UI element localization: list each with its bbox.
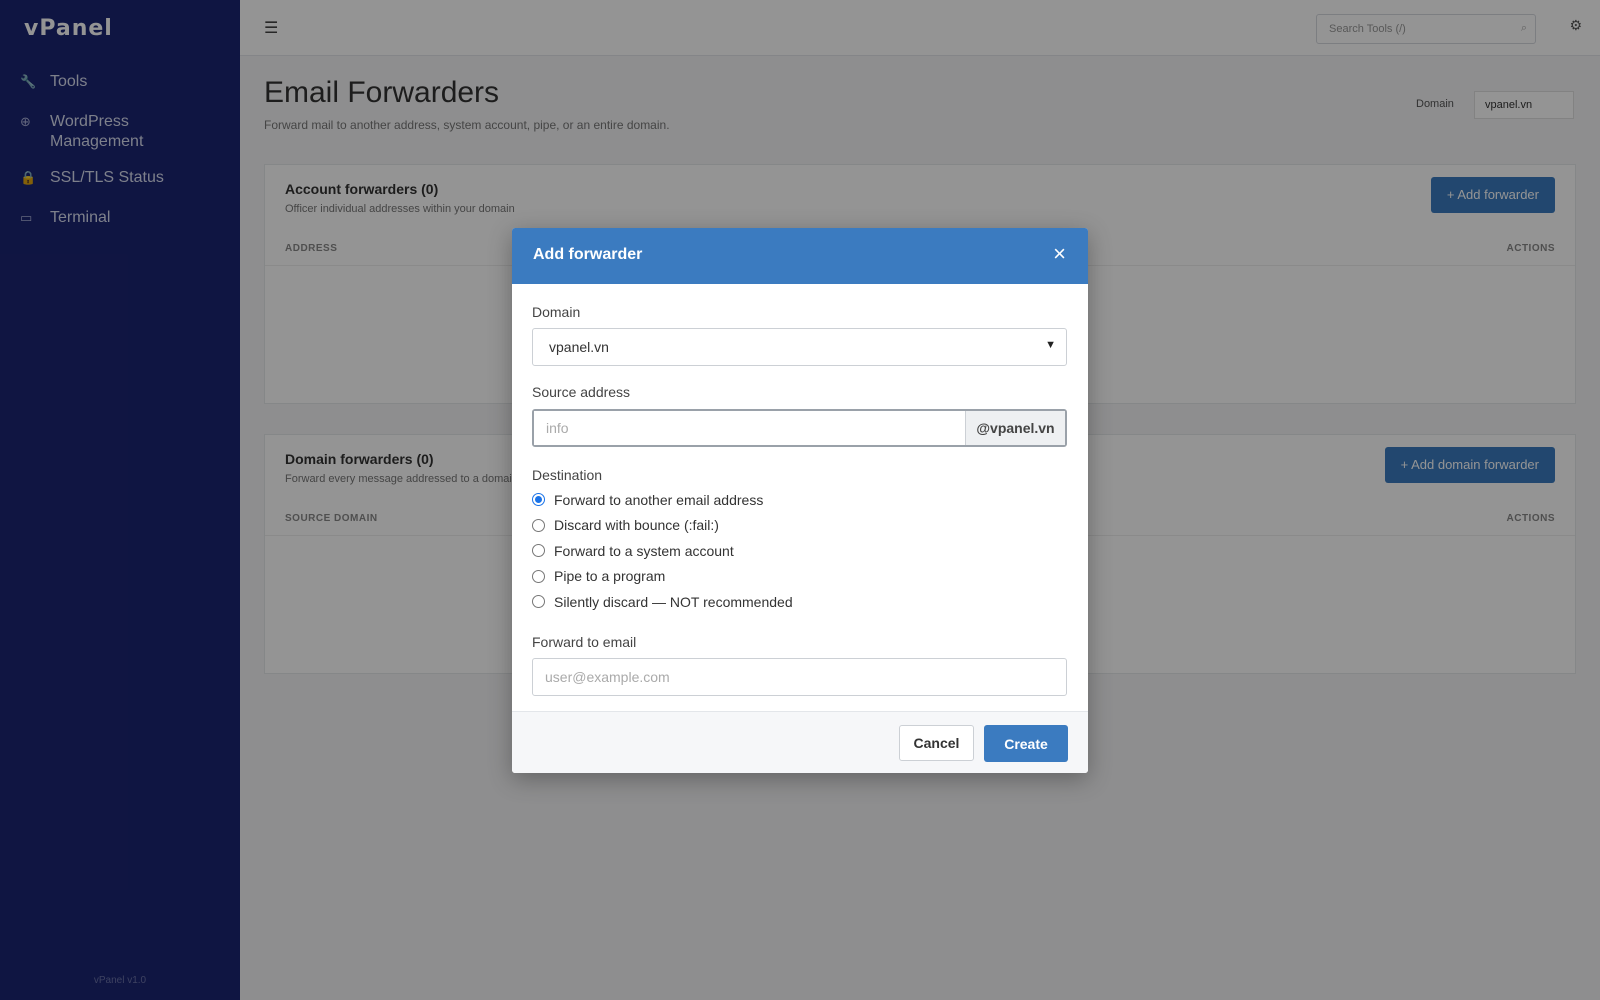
forward-email-input[interactable] <box>532 657 1067 696</box>
radio-button[interactable] <box>532 569 545 583</box>
radio-label: Forward to a system account <box>554 542 734 559</box>
radio-pipe-program[interactable]: Pipe to a program <box>532 564 1068 590</box>
radio-label: Discard with bounce (:fail:) <box>554 517 719 534</box>
source-domain-suffix: @vpanel.vn <box>965 411 1065 445</box>
close-icon[interactable]: × <box>1053 242 1066 266</box>
destination-radio-group: Forward to another email address Discard… <box>532 487 1068 615</box>
source-address-label: Source address <box>532 384 631 400</box>
domain-field-label: Domain <box>532 304 581 320</box>
dialog-title: Add forwarder <box>533 246 643 263</box>
create-button[interactable]: Create <box>984 725 1068 762</box>
source-address-input[interactable] <box>534 411 965 445</box>
domain-select[interactable]: vpanel.vn ▼ <box>532 328 1067 366</box>
dialog-header: Add forwarder × <box>512 228 1088 284</box>
chevron-down-icon: ▼ <box>1045 339 1056 351</box>
dialog-body: Domain vpanel.vn ▼ Source address @vpane… <box>512 284 1088 696</box>
source-address-group: @vpanel.vn <box>532 409 1067 447</box>
destination-label: Destination <box>532 467 603 483</box>
add-forwarder-dialog: Add forwarder × Domain vpanel.vn ▼ Sourc… <box>512 228 1088 773</box>
radio-label: Forward to another email address <box>554 491 764 508</box>
radio-label: Pipe to a program <box>554 568 666 585</box>
dialog-footer: Cancel Create <box>512 711 1088 773</box>
radio-label: Silently discard — NOT recommended <box>554 593 793 610</box>
radio-button[interactable] <box>532 544 545 558</box>
domain-select-value: vpanel.vn <box>549 339 609 355</box>
radio-forward-email[interactable]: Forward to another email address <box>532 487 1068 513</box>
radio-silently-discard[interactable]: Silently discard — NOT recommended <box>532 589 1068 615</box>
forward-email-label: Forward to email <box>532 633 637 650</box>
radio-button[interactable] <box>532 518 545 532</box>
radio-system-account[interactable]: Forward to a system account <box>532 538 1068 564</box>
cancel-button[interactable]: Cancel <box>899 725 974 761</box>
radio-button-checked[interactable] <box>532 493 545 507</box>
radio-button[interactable] <box>532 595 545 609</box>
radio-discard-bounce[interactable]: Discard with bounce (:fail:) <box>532 513 1068 539</box>
